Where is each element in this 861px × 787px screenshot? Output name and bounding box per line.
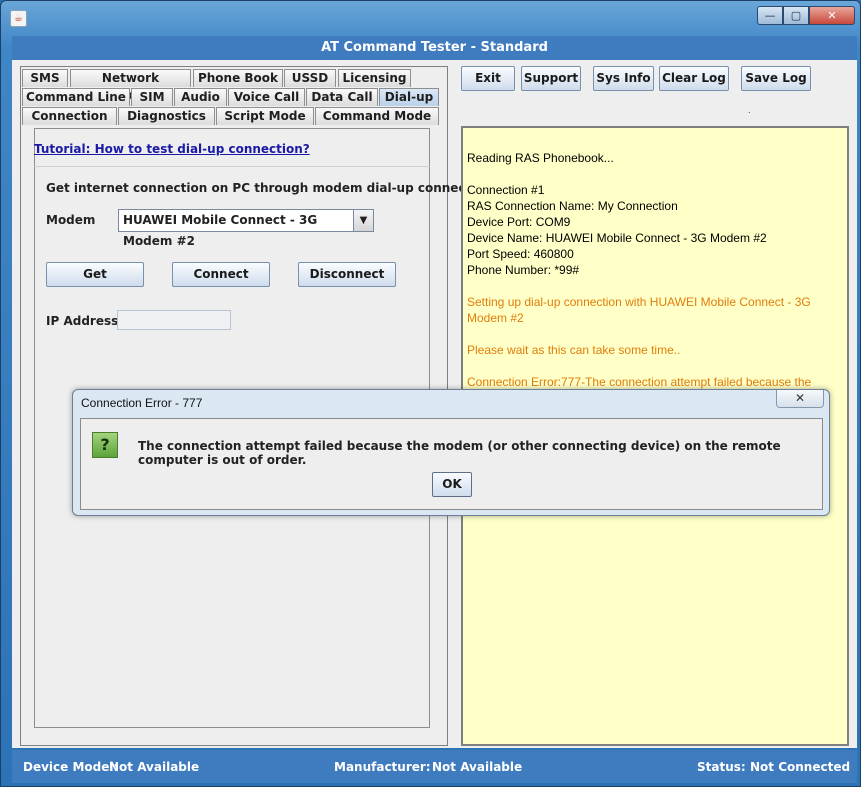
window-titlebar[interactable]: ☕ — ▢ ✕ <box>1 1 861 35</box>
toolbar-dot: . <box>748 106 751 115</box>
dialog-title: Connection Error - 777 <box>81 396 203 410</box>
log-line: Setting up dial-up connection with HUAWE… <box>467 295 811 309</box>
question-icon: ? <box>92 432 118 458</box>
dialog-body: ? The connection attempt failed because … <box>80 418 823 510</box>
modem-label: Modem <box>46 213 96 227</box>
connection-error-dialog: Connection Error - 777 ✕ ? The connectio… <box>72 389 830 516</box>
log-line: Device Name: HUAWEI Mobile Connect - 3G … <box>467 231 767 245</box>
device-model-label: Device Model: <box>23 760 119 774</box>
dialup-description: Get internet connection on PC through mo… <box>46 181 497 195</box>
minimize-button[interactable]: — <box>757 6 783 25</box>
tab-script-mode[interactable]: Script Mode <box>216 107 314 125</box>
disconnect-button[interactable]: Disconnect <box>298 262 396 287</box>
tab-dial-up[interactable]: Dial-up <box>379 88 439 106</box>
tab-data-call[interactable]: Data Call <box>306 88 378 106</box>
log-line: Please wait as this can take some time.. <box>467 343 681 357</box>
log-line: Device Port: COM9 <box>467 215 571 229</box>
status-label: Status: <box>697 760 746 774</box>
tab-sim[interactable]: SIM <box>131 88 173 106</box>
connect-button[interactable]: Connect <box>172 262 270 287</box>
log-line: Connection #1 <box>467 183 545 197</box>
dialog-message: The connection attempt failed because th… <box>138 439 781 467</box>
support-button[interactable]: Support <box>521 66 581 91</box>
log-line: RAS Connection Name: My Connection <box>467 199 678 213</box>
status-value: Not Connected <box>750 760 851 774</box>
tab-audio[interactable]: Audio <box>174 88 227 106</box>
log-line: Modem #2 <box>467 311 524 325</box>
log-line: Connection Error:777-The connection atte… <box>467 375 812 389</box>
tab-ussd[interactable]: USSD <box>284 69 336 87</box>
close-button[interactable]: ✕ <box>809 6 855 25</box>
clear-log-button[interactable]: Clear Log <box>659 66 729 91</box>
ip-address-label: IP Address <box>46 314 119 328</box>
tab-connection[interactable]: Connection <box>22 107 117 125</box>
close-icon[interactable]: ✕ <box>776 390 824 408</box>
tab-voice-call[interactable]: Voice Call <box>228 88 305 106</box>
manufacturer-label: Manufacturer: <box>334 760 431 774</box>
manufacturer-value: Not Available <box>432 760 523 774</box>
app-title: AT Command Tester - Standard <box>12 36 857 60</box>
tab-phone-book[interactable]: Phone Book <box>193 69 283 87</box>
tab-sms[interactable]: SMS <box>22 69 68 87</box>
modem-select-value: HUAWEI Mobile Connect - 3G Modem #2 <box>123 213 318 248</box>
log-line: Reading RAS Phonebook... <box>467 151 614 165</box>
get-button[interactable]: Get <box>46 262 144 287</box>
tutorial-link[interactable]: Tutorial: How to test dial-up connection… <box>34 142 310 156</box>
maximize-button[interactable]: ▢ <box>783 6 809 25</box>
status-bar: Device Model: Not Available Manufacturer… <box>12 750 857 783</box>
device-model-value: Not Available <box>109 760 200 774</box>
tab-network-selection[interactable]: Network Selection <box>70 69 191 102</box>
exit-button[interactable]: Exit <box>461 66 515 91</box>
save-log-button[interactable]: Save Log <box>741 66 811 91</box>
chevron-down-icon[interactable]: ▼ <box>353 210 373 231</box>
window-controls: — ▢ ✕ <box>757 6 855 26</box>
tab-licensing[interactable]: Licensing <box>338 69 411 87</box>
java-icon: ☕ <box>10 10 27 27</box>
log-line: Port Speed: 460800 <box>467 247 574 261</box>
tab-diagnostics[interactable]: Diagnostics <box>118 107 215 125</box>
tab-command-line[interactable]: Command Line <box>22 88 130 106</box>
tab-command-mode[interactable]: Command Mode <box>315 107 439 125</box>
modem-select[interactable]: HUAWEI Mobile Connect - 3G Modem #2 ▼ <box>118 209 374 248</box>
sys-info-button[interactable]: Sys Info <box>593 66 654 91</box>
ip-address-field[interactable] <box>117 310 231 330</box>
log-line: Phone Number: *99# <box>467 263 580 277</box>
ok-button[interactable]: OK <box>432 472 472 497</box>
